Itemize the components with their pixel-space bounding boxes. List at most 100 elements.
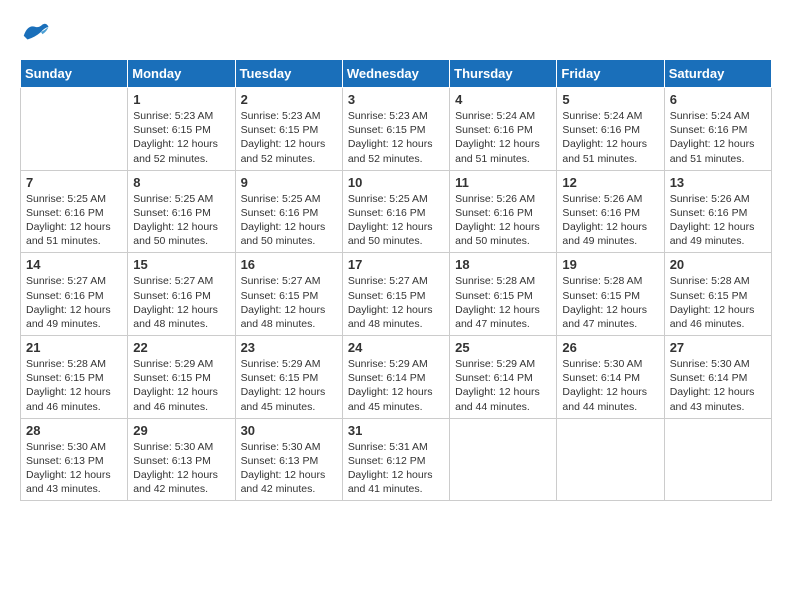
sunrise-text: Sunrise: 5:29 AM <box>133 358 213 370</box>
logo-icon <box>20 20 50 49</box>
daylight-text: Daylight: 12 hoursand 52 minutes. <box>241 138 326 164</box>
sunset-text: Sunset: 6:15 PM <box>241 124 319 136</box>
calendar-table: SundayMondayTuesdayWednesdayThursdayFrid… <box>20 59 772 501</box>
calendar-cell: 5 Sunrise: 5:24 AMSunset: 6:16 PMDaylight… <box>557 88 664 171</box>
day-info: Sunrise: 5:30 AMSunset: 6:13 PMDaylight:… <box>133 440 229 497</box>
calendar-cell: 26Sunrise: 5:30 AMSunset: 6:14 PMDayligh… <box>557 336 664 419</box>
calendar-cell: 24 Sunrise: 5:29 AMSunset: 6:14 PMDayligh… <box>342 336 449 419</box>
week-row-3: 14 Sunrise: 5:27 AM Sunset: 6:16 PM Dayligh… <box>21 253 772 336</box>
sunset-text: Sunset: 6:14 PM <box>670 372 748 384</box>
daylight-text: Daylight: 12 hoursand 45 minutes. <box>348 386 433 412</box>
day-number: 23 <box>241 340 337 355</box>
day-info: Sunrise: 5:29 AMSunset: 6:14 PMDaylight:… <box>348 357 444 414</box>
daylight-text: Daylight: 12 hoursand 46 minutes. <box>670 304 755 330</box>
sunrise-text: Sunrise: 5:25 AM <box>133 193 213 205</box>
day-number: 2 <box>241 92 337 107</box>
day-number: 1 <box>133 92 229 107</box>
day-number: 24 <box>348 340 444 355</box>
sunrise-text: Sunrise: 5:30 AM <box>670 358 750 370</box>
day-number: 14 <box>26 257 122 272</box>
day-info: Sunrise: 5:29 AMSunset: 6:15 PMDaylight:… <box>133 357 229 414</box>
week-row-4: 21 Sunrise: 5:28 AM Sunset: 6:15 PM Dayligh… <box>21 336 772 419</box>
sunrise-text: Sunrise: 5:30 AM <box>241 441 321 453</box>
day-info: Sunrise: 5:28 AMSunset: 6:15 PMDaylight:… <box>670 274 766 331</box>
day-info: Sunrise: 5:24 AMSunset: 6:16 PMDaylight:… <box>670 109 766 166</box>
day-info: Sunrise: 5:23 AM Sunset: 6:15 PM Daylight:… <box>241 109 337 166</box>
day-number: 10 <box>348 175 444 190</box>
daylight-text: Daylight: 12 hoursand 44 minutes. <box>562 386 647 412</box>
calendar-cell: 10Sunrise: 5:25 AMSunset: 6:16 PMDayligh… <box>342 170 449 253</box>
sunrise-text: Sunrise: 5:28 AM <box>26 358 106 370</box>
sunset-text: Sunset: 6:15 PM <box>670 290 748 302</box>
day-number: 19 <box>562 257 658 272</box>
calendar-cell: 17Sunrise: 5:27 AMSunset: 6:15 PMDayligh… <box>342 253 449 336</box>
sunset-text: Sunset: 6:16 PM <box>455 124 533 136</box>
calendar-cell: 16Sunrise: 5:27 AMSunset: 6:15 PMDayligh… <box>235 253 342 336</box>
week-row-1: 1 Sunrise: 5:23 AM Sunset: 6:15 PM Daylight… <box>21 88 772 171</box>
sunset-text: Sunset: 6:16 PM <box>133 290 211 302</box>
calendar-cell: 31Sunrise: 5:31 AMSunset: 6:12 PMDayligh… <box>342 418 449 501</box>
day-info: Sunrise: 5:30 AMSunset: 6:13 PMDaylight:… <box>241 440 337 497</box>
daylight-text: Daylight: 12 hoursand 52 minutes. <box>133 138 218 164</box>
day-info: Sunrise: 5:24 AMSunset: 6:16 PMDaylight:… <box>562 109 658 166</box>
calendar-cell: 8Sunrise: 5:25 AMSunset: 6:16 PMDaylight… <box>128 170 235 253</box>
sunset-text: Sunset: 6:16 PM <box>562 207 640 219</box>
sunset-text: Sunset: 6:15 PM <box>26 372 104 384</box>
sunset-text: Sunset: 6:15 PM <box>562 290 640 302</box>
sunrise-text: Sunrise: 5:25 AM <box>348 193 428 205</box>
sunrise-text: Sunrise: 5:30 AM <box>26 441 106 453</box>
calendar-cell: 29 Sunrise: 5:30 AMSunset: 6:13 PMDayligh… <box>128 418 235 501</box>
sunrise-text: Sunrise: 5:24 AM <box>670 110 750 122</box>
calendar-cell <box>21 88 128 171</box>
sunrise-text: Sunrise: 5:27 AM <box>133 275 213 287</box>
calendar-cell: 14Sunrise: 5:27 AMSunset: 6:16 PMDayligh… <box>21 253 128 336</box>
day-number: 5 <box>562 92 658 107</box>
daylight-text: Daylight: 12 hoursand 51 minutes. <box>670 138 755 164</box>
day-number: 21 <box>26 340 122 355</box>
day-number: 12 <box>562 175 658 190</box>
sunset-text: Sunset: 6:14 PM <box>562 372 640 384</box>
day-number: 7 <box>26 175 122 190</box>
sunset-text: Sunset: 6:15 PM <box>133 124 211 136</box>
sunrise-text: Sunrise: 5:27 AM <box>241 275 321 287</box>
calendar-cell: 27Sunrise: 5:30 AMSunset: 6:14 PMDayligh… <box>664 336 771 419</box>
calendar-cell: 11Sunrise: 5:26 AMSunset: 6:16 PMDayligh… <box>450 170 557 253</box>
daylight-text: Daylight: 12 hoursand 50 minutes. <box>133 221 218 247</box>
daylight-text: Daylight: 12 hoursand 46 minutes. <box>26 386 111 412</box>
calendar-cell: 21 Sunrise: 5:28 AM Sunset: 6:15 PM Dayligh… <box>21 336 128 419</box>
sunrise-text: Sunrise: 5:30 AM <box>133 441 213 453</box>
daylight-text: Daylight: 12 hoursand 43 minutes. <box>670 386 755 412</box>
sunrise-text: Sunrise: 5:23 AM <box>133 110 213 122</box>
daylight-text: Daylight: 12 hoursand 42 minutes. <box>133 469 218 495</box>
daylight-text: Daylight: 12 hoursand 42 minutes. <box>241 469 326 495</box>
day-header-thursday: Thursday <box>450 60 557 88</box>
day-info: Sunrise: 5:25 AMSunset: 6:16 PMDaylight:… <box>26 192 122 249</box>
daylight-text: Daylight: 12 hoursand 50 minutes. <box>455 221 540 247</box>
day-number: 3 <box>348 92 444 107</box>
sunset-text: Sunset: 6:16 PM <box>26 207 104 219</box>
day-info: Sunrise: 5:31 AMSunset: 6:12 PMDaylight:… <box>348 440 444 497</box>
day-number: 30 <box>241 423 337 438</box>
daylight-text: Daylight: 12 hoursand 43 minutes. <box>26 469 111 495</box>
day-number: 28 <box>26 423 122 438</box>
sunset-text: Sunset: 6:15 PM <box>348 124 426 136</box>
daylight-text: Daylight: 12 hoursand 48 minutes. <box>133 304 218 330</box>
day-info: Sunrise: 5:30 AMSunset: 6:13 PMDaylight:… <box>26 440 122 497</box>
calendar-cell <box>450 418 557 501</box>
sunrise-text: Sunrise: 5:28 AM <box>562 275 642 287</box>
daylight-text: Daylight: 12 hoursand 49 minutes. <box>562 221 647 247</box>
calendar-cell: 4Sunrise: 5:24 AMSunset: 6:16 PMDaylight… <box>450 88 557 171</box>
calendar-cell: 19Sunrise: 5:28 AMSunset: 6:15 PMDayligh… <box>557 253 664 336</box>
sunrise-text: Sunrise: 5:27 AM <box>348 275 428 287</box>
day-number: 18 <box>455 257 551 272</box>
daylight-text: Daylight: 12 hoursand 49 minutes. <box>670 221 755 247</box>
day-number: 29 <box>133 423 229 438</box>
sunrise-text: Sunrise: 5:29 AM <box>455 358 535 370</box>
calendar-cell: 9Sunrise: 5:25 AMSunset: 6:16 PMDaylight… <box>235 170 342 253</box>
day-number: 4 <box>455 92 551 107</box>
day-info: Sunrise: 5:29 AMSunset: 6:15 PMDaylight:… <box>241 357 337 414</box>
sunrise-text: Sunrise: 5:23 AM <box>241 110 321 122</box>
day-number: 26 <box>562 340 658 355</box>
sunrise-text: Sunrise: 5:25 AM <box>241 193 321 205</box>
calendar-cell: 2 Sunrise: 5:23 AM Sunset: 6:15 PM Daylight… <box>235 88 342 171</box>
